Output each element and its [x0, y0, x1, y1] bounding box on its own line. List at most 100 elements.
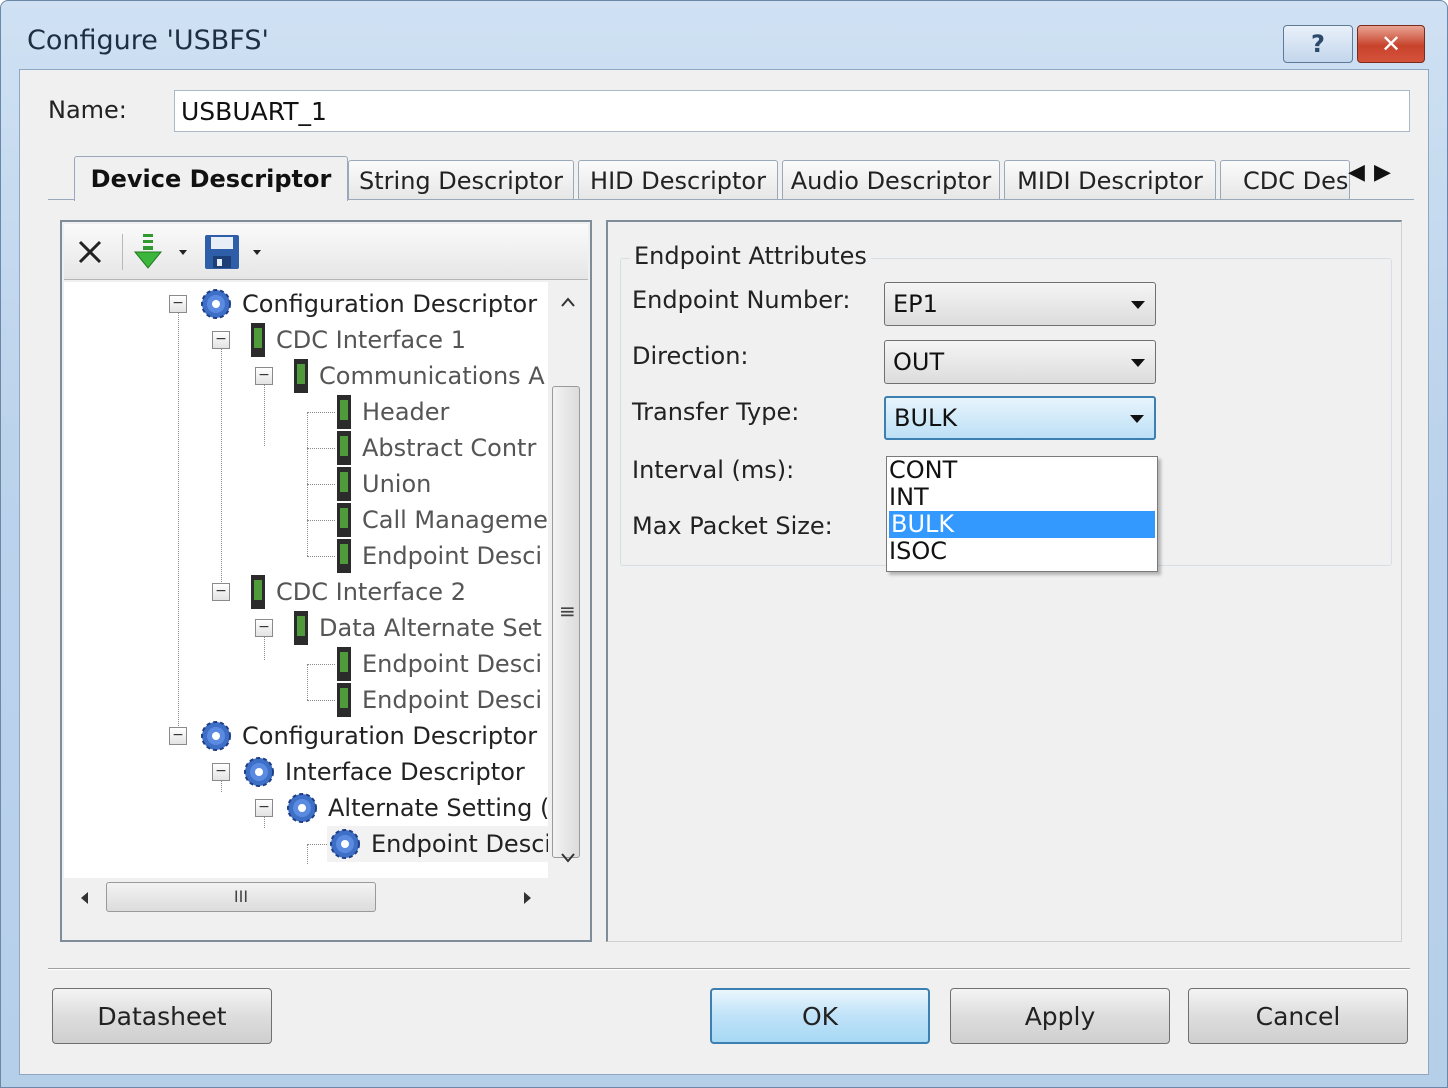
save-button[interactable] — [200, 232, 272, 272]
collapse-toggle[interactable]: − — [212, 331, 230, 349]
tree-item[interactable]: Configuration Descriptor — [198, 718, 537, 754]
scroll-down-icon[interactable] — [560, 852, 576, 864]
collapse-toggle[interactable]: − — [255, 619, 273, 637]
tree-toolbar — [64, 224, 588, 280]
delete-icon — [78, 240, 102, 264]
tree-line — [307, 700, 335, 701]
endpoint-attributes-panel: Endpoint Attributes Endpoint Number: EP1… — [606, 220, 1402, 942]
gear-icon — [244, 757, 274, 787]
datasheet-button[interactable]: Datasheet — [52, 988, 272, 1044]
device-icon — [337, 467, 351, 501]
dropdown-option-bulk[interactable]: BULK — [889, 511, 1155, 538]
title-bar[interactable]: Configure 'USBFS' ? ✕ — [1, 1, 1447, 71]
ok-button[interactable]: OK — [710, 988, 930, 1044]
tree-item-selected[interactable]: Endpoint Desci — [327, 826, 548, 862]
scroll-thumb[interactable]: III — [106, 882, 376, 912]
collapse-toggle[interactable]: − — [255, 799, 273, 817]
collapse-toggle[interactable]: − — [212, 763, 230, 781]
tree-line — [307, 484, 335, 485]
tree-line — [221, 340, 222, 596]
tab-audio-descriptor[interactable]: Audio Descriptor — [782, 160, 1000, 200]
tab-scroll-right-icon[interactable]: ▶ — [1374, 160, 1391, 185]
gear-icon — [201, 289, 231, 319]
tab-string-descriptor[interactable]: String Descriptor — [348, 160, 574, 200]
apply-button[interactable]: Apply — [950, 988, 1170, 1044]
device-icon — [294, 611, 308, 645]
transfer-type-select[interactable]: BULK — [884, 396, 1156, 440]
tree-item[interactable]: Configuration Descriptor — [198, 286, 537, 322]
collapse-toggle[interactable]: − — [255, 367, 273, 385]
device-icon — [337, 395, 351, 429]
tree-item[interactable]: Abstract Contr — [334, 430, 536, 466]
tree-item[interactable]: Data Alternate Set — [291, 610, 542, 646]
endpoint-number-label: Endpoint Number: — [632, 286, 851, 314]
help-button[interactable]: ? — [1283, 25, 1353, 63]
import-button[interactable] — [130, 232, 196, 272]
interval-label: Interval (ms): — [632, 456, 795, 484]
collapse-toggle[interactable]: − — [212, 583, 230, 601]
gear-icon — [201, 721, 231, 751]
name-input[interactable] — [174, 90, 1410, 132]
tree-item[interactable]: Endpoint Desci — [334, 682, 542, 718]
window-title: Configure 'USBFS' — [27, 25, 269, 56]
tree-item[interactable]: CDC Interface 2 — [248, 574, 466, 610]
device-icon — [251, 323, 265, 357]
tree-line — [307, 664, 308, 700]
tree-line — [307, 664, 335, 665]
dropdown-option-cont[interactable]: CONT — [887, 457, 1157, 484]
scroll-up-icon[interactable] — [560, 296, 576, 308]
chevron-down-icon — [1130, 415, 1144, 423]
device-icon — [251, 575, 265, 609]
scroll-left-icon[interactable] — [78, 890, 90, 906]
tree-line — [307, 556, 335, 557]
name-label: Name: — [48, 96, 127, 124]
tree-item[interactable]: Union — [334, 466, 431, 502]
gear-icon — [287, 793, 317, 823]
dropdown-option-int[interactable]: INT — [887, 484, 1157, 511]
tree-item[interactable]: Alternate Setting ( — [284, 790, 548, 826]
tab-cdc-descriptor[interactable]: CDC Des — [1220, 160, 1350, 200]
close-icon: ✕ — [1380, 30, 1402, 58]
tree-vertical-scrollbar[interactable]: ≡ — [548, 282, 588, 878]
tree-horizontal-scrollbar[interactable]: III — [64, 878, 548, 918]
device-icon — [337, 647, 351, 681]
tree-item[interactable]: Call Manageme — [334, 502, 548, 538]
endpoint-number-select[interactable]: EP1 — [884, 282, 1156, 326]
device-icon — [337, 503, 351, 537]
help-icon: ? — [1311, 30, 1325, 58]
device-icon — [294, 359, 308, 393]
tab-scroll-left-icon[interactable]: ◀ — [1348, 160, 1365, 185]
scroll-thumb[interactable]: ≡ — [552, 386, 580, 858]
transfer-type-label: Transfer Type: — [632, 398, 800, 426]
descriptor-tree[interactable]: − − − − − − − − Configuration Descriptor — [64, 282, 548, 878]
tree-item[interactable]: Communications A — [291, 358, 545, 394]
tab-content: − − − − − − − − Configuration Descriptor — [50, 200, 1412, 948]
collapse-toggle[interactable]: − — [169, 727, 187, 745]
tree-line — [307, 412, 335, 413]
collapse-toggle[interactable]: − — [169, 295, 187, 313]
dialog-body: Name: Device Descriptor String Descripto… — [19, 69, 1429, 1075]
device-icon — [337, 431, 351, 465]
tree-item[interactable]: Header — [334, 394, 449, 430]
tree-item[interactable]: Interface Descriptor — [241, 754, 525, 790]
tree-item[interactable]: Endpoint Desci — [334, 538, 542, 574]
device-icon — [337, 539, 351, 573]
direction-select[interactable]: OUT — [884, 340, 1156, 384]
tab-strip: Device Descriptor String Descriptor HID … — [48, 156, 1414, 201]
delete-button[interactable] — [70, 232, 110, 272]
scroll-grip-icon: III — [233, 887, 249, 906]
tree-item[interactable]: CDC Interface 1 — [248, 322, 466, 358]
close-button[interactable]: ✕ — [1357, 25, 1425, 63]
gear-icon — [330, 829, 360, 859]
descriptor-tree-panel: − − − − − − − − Configuration Descriptor — [60, 220, 592, 942]
dropdown-option-isoc[interactable]: ISOC — [887, 538, 1157, 565]
tab-midi-descriptor[interactable]: MIDI Descriptor — [1004, 160, 1216, 200]
scroll-right-icon[interactable] — [522, 890, 534, 906]
scroll-grip-icon: ≡ — [559, 599, 576, 623]
tab-device-descriptor[interactable]: Device Descriptor — [74, 156, 348, 201]
save-icon — [205, 235, 261, 269]
cancel-button[interactable]: Cancel — [1188, 988, 1408, 1044]
tree-item[interactable]: Endpoint Desci — [334, 646, 542, 682]
tab-hid-descriptor[interactable]: HID Descriptor — [578, 160, 778, 200]
toolbar-separator — [122, 234, 123, 270]
